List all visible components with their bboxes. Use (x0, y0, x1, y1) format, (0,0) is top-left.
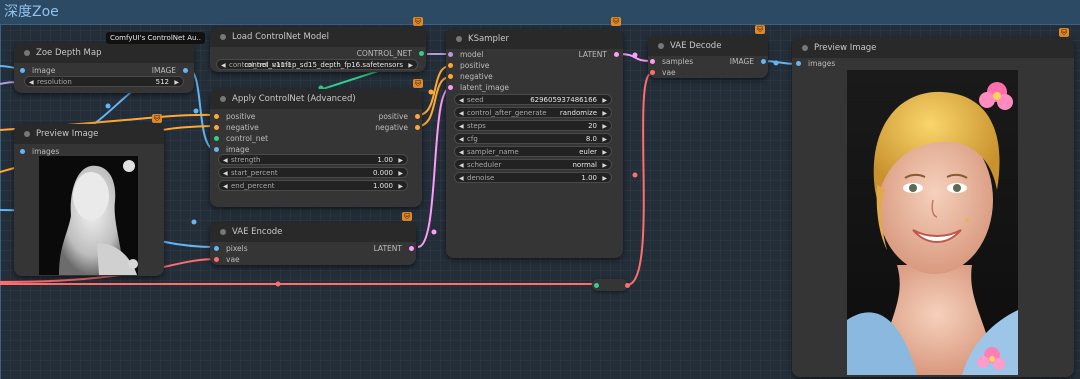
collapse-dot[interactable] (658, 43, 664, 49)
collapse-dot[interactable] (220, 229, 226, 235)
increment-icon[interactable]: ▶ (174, 77, 179, 88)
input-model[interactable]: model (448, 50, 483, 59)
input-images[interactable]: images (20, 147, 59, 156)
decrement-icon[interactable]: ◀ (459, 173, 464, 184)
decrement-icon[interactable]: ◀ (459, 108, 464, 119)
increment-icon[interactable]: ▶ (408, 60, 413, 71)
decrement-icon[interactable]: ◀ (221, 60, 226, 71)
input-negative[interactable]: negative (214, 123, 259, 132)
node-title[interactable]: VAE Decode (648, 36, 768, 56)
decrement-icon[interactable]: ◀ (29, 77, 34, 88)
node-preview-image-left[interactable]: Preview Image images (14, 124, 164, 276)
node-title[interactable]: Preview Image (792, 38, 1074, 58)
reroute-input-pin[interactable] (594, 283, 599, 288)
badge-icon: 🐱 (413, 79, 423, 88)
input-control-net[interactable]: control_net (214, 134, 268, 143)
increment-icon[interactable]: ▶ (398, 181, 403, 192)
output-control-net[interactable]: CONTROL_NET (357, 49, 424, 58)
increment-icon[interactable]: ▶ (602, 108, 607, 119)
input-vae[interactable]: vae (650, 68, 676, 77)
input-image[interactable]: image (20, 66, 55, 75)
badge-icon: 🐱 (611, 17, 621, 26)
widget-steps[interactable]: ◀ steps 20 ▶ (454, 120, 612, 131)
input-pixels[interactable]: pixels (214, 244, 248, 253)
collapse-dot[interactable] (456, 36, 462, 42)
output-image[interactable]: IMAGE (152, 66, 188, 75)
widget-scheduler[interactable]: ◀ scheduler normal ▶ (454, 159, 612, 170)
input-negative[interactable]: negative (448, 72, 493, 81)
input-positive[interactable]: positive (214, 112, 255, 121)
input-images[interactable]: images (796, 59, 835, 68)
badge-icon: 🐱 (755, 25, 765, 34)
widget-cfg[interactable]: ◀ cfg 8.0 ▶ (454, 133, 612, 144)
node-title[interactable]: Apply ControlNet (Advanced) (210, 89, 422, 109)
badge-icon: 🐱 (152, 114, 162, 123)
increment-icon[interactable]: ▶ (602, 147, 607, 158)
widget-end-percent[interactable]: ◀ end_percent 1.000 ▶ (218, 180, 408, 191)
decrement-icon[interactable]: ◀ (223, 155, 228, 166)
output-latent[interactable]: LATENT (579, 50, 619, 59)
node-title[interactable]: Zoe Depth Map (14, 43, 194, 63)
node-title[interactable]: VAE Encode (210, 222, 416, 242)
node-load-controlnet[interactable]: Load ControlNet Model CONTROL_NET ◀ cont… (210, 27, 426, 72)
increment-icon[interactable]: ▶ (602, 160, 607, 171)
generated-portrait-image (847, 70, 1018, 375)
output-latent[interactable]: LATENT (374, 244, 414, 253)
widget-start-percent[interactable]: ◀ start_percent 0.000 ▶ (218, 167, 408, 178)
widget-seed[interactable]: ◀ seed 629605937486166 ▶ (454, 94, 612, 105)
decrement-icon[interactable]: ◀ (459, 121, 464, 132)
decrement-icon[interactable]: ◀ (223, 168, 228, 179)
group-title[interactable]: 深度Zoe (0, 0, 1080, 25)
decrement-icon[interactable]: ◀ (459, 95, 464, 106)
badge-icon: 🐱 (1059, 28, 1069, 37)
widget-strength[interactable]: ◀ strength 1.00 ▶ (218, 154, 408, 165)
depth-map-drawing (59, 160, 138, 275)
decrement-icon[interactable]: ◀ (459, 160, 464, 171)
increment-icon[interactable]: ▶ (602, 173, 607, 184)
input-image[interactable]: image (214, 145, 249, 154)
node-preview-image-right[interactable]: Preview Image images (792, 38, 1074, 377)
decrement-icon[interactable]: ◀ (459, 134, 464, 145)
output-image[interactable]: IMAGE (730, 57, 766, 66)
input-samples[interactable]: samples (650, 57, 693, 66)
node-tooltip: ComfyUI's ControlNet Au.. (106, 32, 205, 44)
widget-denoise[interactable]: ◀ denoise 1.00 ▶ (454, 172, 612, 183)
widget-sampler-name[interactable]: ◀ sampler_name euler ▶ (454, 146, 612, 157)
increment-icon[interactable]: ▶ (398, 168, 403, 179)
input-positive[interactable]: positive (448, 61, 489, 70)
depth-map-image (39, 156, 138, 275)
node-zoe-depth-map[interactable]: Zoe Depth Map image IMAGE ◀ resolution 5… (14, 43, 194, 93)
node-vae-encode[interactable]: VAE Encode pixels vae LATENT (210, 222, 416, 265)
node-vae-decode[interactable]: VAE Decode samples vae IMAGE (648, 36, 768, 78)
increment-icon[interactable]: ▶ (602, 95, 607, 106)
input-vae[interactable]: vae (214, 255, 240, 264)
collapse-dot[interactable] (220, 34, 226, 40)
collapse-dot[interactable] (24, 131, 30, 137)
collapse-dot[interactable] (24, 50, 30, 56)
input-latent-image[interactable]: latent_image (448, 83, 509, 92)
decrement-icon[interactable]: ◀ (459, 147, 464, 158)
increment-icon[interactable]: ▶ (602, 121, 607, 132)
collapse-dot[interactable] (802, 45, 808, 51)
reroute-node[interactable] (592, 279, 630, 291)
increment-icon[interactable]: ▶ (398, 155, 403, 166)
reroute-output-pin[interactable] (625, 283, 630, 288)
widget-resolution[interactable]: ◀ resolution 512 ▶ (24, 76, 184, 87)
widget-control-net-name[interactable]: ◀ control_net_name control_v11f1p_sd15_d… (216, 59, 418, 70)
node-title[interactable]: Preview Image (14, 124, 164, 144)
node-apply-controlnet[interactable]: Apply ControlNet (Advanced) positive neg… (210, 89, 422, 207)
increment-icon[interactable]: ▶ (602, 134, 607, 145)
node-title[interactable]: KSampler (446, 29, 623, 49)
output-negative[interactable]: negative (375, 123, 420, 132)
decrement-icon[interactable]: ◀ (223, 181, 228, 192)
node-title[interactable]: Load ControlNet Model (210, 27, 426, 47)
node-ksampler[interactable]: KSampler model positive negative latent_… (446, 29, 623, 258)
output-positive[interactable]: positive (379, 112, 420, 121)
portrait-drawing (847, 70, 1018, 375)
badge-icon: 🐱 (413, 17, 423, 26)
widget-control-after-generate[interactable]: ◀ control_after_generate randomize ▶ (454, 107, 612, 118)
collapse-dot[interactable] (220, 96, 226, 102)
badge-icon: 🐱 (402, 212, 412, 221)
